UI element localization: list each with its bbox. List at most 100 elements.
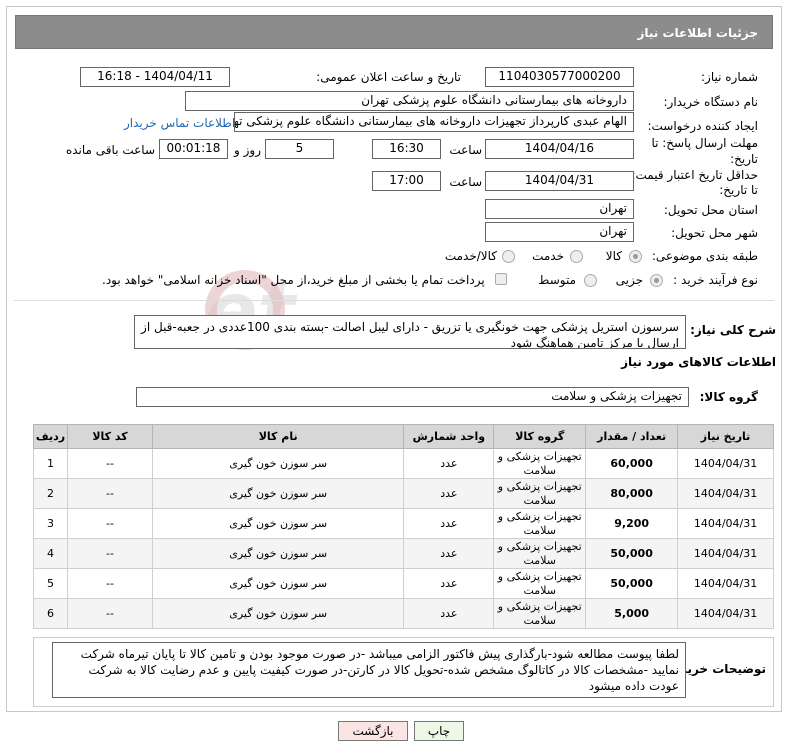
cell-row: 1 <box>32 448 69 479</box>
cell-code: -- <box>67 568 153 599</box>
category-radio-service[interactable] <box>570 250 583 263</box>
cell-name: سر سوزن خون گیری <box>151 508 405 539</box>
cell-date: 1404/04/31 <box>677 538 774 569</box>
cell-group: تجهیزات پزشکی و سلامت <box>493 508 587 539</box>
divider <box>14 300 774 301</box>
col-qty: تعداد / مقدار <box>585 424 679 449</box>
category-option-both: کالا/خدمت <box>444 249 497 263</box>
cell-date: 1404/04/31 <box>677 598 774 629</box>
goods-group-field: تجهیزات پزشکی و سلامت <box>136 387 689 407</box>
cell-date: 1404/04/31 <box>677 508 774 539</box>
table-row: 1404/04/31 80,000 تجهیزات پزشکی و سلامت … <box>32 478 774 509</box>
back-button[interactable]: بازگشت <box>338 721 408 741</box>
cell-code: -- <box>67 448 153 479</box>
buyer-contact-link[interactable]: اطلاعات تماس خریدار <box>124 116 235 130</box>
cell-date: 1404/04/31 <box>677 478 774 509</box>
cell-row: 6 <box>32 598 69 629</box>
process-radio-medium[interactable] <box>584 274 597 287</box>
validity-time-field: 17:00 <box>372 171 441 191</box>
days-label: روز و <box>234 143 261 157</box>
col-code: کد کالا <box>67 424 153 449</box>
cell-group: تجهیزات پزشکی و سلامت <box>493 448 587 479</box>
category-label: طبقه بندی موضوعی: <box>651 249 758 263</box>
col-date: تاریخ نیاز <box>677 424 774 449</box>
need-number-field: 1104030577000200 <box>485 67 634 87</box>
cell-qty: 50,000 <box>585 568 679 599</box>
panel-header: جزئیات اطلاعات نیاز <box>15 15 773 49</box>
need-number-label: شماره نیاز: <box>701 70 758 84</box>
cell-name: سر سوزن خون گیری <box>151 448 405 479</box>
buyer-org-field: داروخانه های بیمارستانی دانشگاه علوم پزش… <box>185 91 634 111</box>
process-label: نوع فرآیند خرید : <box>673 273 758 287</box>
announce-field: 1404/04/11 - 16:18 <box>80 67 230 87</box>
cell-unit: عدد <box>403 478 495 509</box>
payment-note: پرداخت تمام یا بخشی از مبلغ خرید،از محل … <box>102 273 485 287</box>
table-row: 1404/04/31 50,000 تجهیزات پزشکی و سلامت … <box>32 568 774 599</box>
table-row: 1404/04/31 5,000 تجهیزات پزشکی و سلامت ع… <box>32 598 774 629</box>
validity-label-2: تا تاریخ: <box>719 183 758 197</box>
creator-field: الهام عبدی کارپرداز تجهیزات داروخانه های… <box>234 112 634 132</box>
col-unit: واحد شمارش <box>403 424 495 449</box>
validity-date-field: 1404/04/31 <box>485 171 634 191</box>
category-radio-both[interactable] <box>502 250 515 263</box>
cell-qty: 50,000 <box>585 538 679 569</box>
cell-code: -- <box>67 508 153 539</box>
days-field: 5 <box>265 139 334 159</box>
cell-row: 2 <box>32 478 69 509</box>
validity-time-label: ساعت <box>449 175 482 189</box>
goods-section-title: اطلاعات کالاهای مورد نیاز <box>621 355 776 369</box>
announce-label: تاریخ و ساعت اعلان عمومی: <box>316 70 461 84</box>
cell-unit: عدد <box>403 508 495 539</box>
process-option-medium: متوسط <box>538 273 576 287</box>
cell-name: سر سوزن خون گیری <box>151 568 405 599</box>
city-field: تهران <box>485 222 634 242</box>
cell-qty: 80,000 <box>585 478 679 509</box>
cell-row: 4 <box>32 538 69 569</box>
goods-group-label: گروه کالا: <box>699 390 758 404</box>
cell-code: -- <box>67 538 153 569</box>
cell-name: سر سوزن خون گیری <box>151 538 405 569</box>
table-row: 1404/04/31 9,200 تجهیزات پزشکی و سلامت ع… <box>32 508 774 539</box>
cell-unit: عدد <box>403 448 495 479</box>
category-option-service: خدمت <box>532 249 564 263</box>
deadline-label-2: تاریخ: <box>730 152 758 166</box>
col-row: ردیف <box>32 424 69 449</box>
cell-group: تجهیزات پزشکی و سلامت <box>493 598 587 629</box>
cell-qty: 9,200 <box>585 508 679 539</box>
remaining-label: ساعت باقی مانده <box>65 143 155 157</box>
cell-code: -- <box>67 598 153 629</box>
deadline-time-field: 16:30 <box>372 139 441 159</box>
col-name: نام کالا <box>151 424 405 449</box>
province-label: استان محل تحویل: <box>663 203 758 217</box>
remaining-field: 00:01:18 <box>159 139 228 159</box>
deadline-label-1: مهلت ارسال پاسخ: تا <box>651 136 758 150</box>
deadline-time-label: ساعت <box>449 143 482 157</box>
province-field: تهران <box>485 199 634 219</box>
cell-code: -- <box>67 478 153 509</box>
general-desc-field: سرسوزن استریل پزشکی جهت خونگیری یا تزریق… <box>134 315 686 349</box>
cell-qty: 60,000 <box>585 448 679 479</box>
table-row: 1404/04/31 60,000 تجهیزات پزشکی و سلامت … <box>32 448 774 479</box>
deadline-date-field: 1404/04/16 <box>485 139 634 159</box>
cell-unit: عدد <box>403 598 495 629</box>
cell-name: سر سوزن خون گیری <box>151 598 405 629</box>
process-radio-minor[interactable] <box>650 274 663 287</box>
payment-checkbox[interactable] <box>495 273 507 285</box>
cell-group: تجهیزات پزشکی و سلامت <box>493 568 587 599</box>
validity-label-1: حداقل تاریخ اعتبار قیمت: <box>631 168 758 182</box>
print-button[interactable]: چاپ <box>414 721 464 741</box>
category-radio-goods[interactable] <box>629 250 642 263</box>
cell-row: 3 <box>32 508 69 539</box>
goods-table: تاریخ نیاز تعداد / مقدار گروه کالا واحد … <box>32 424 774 629</box>
col-group: گروه کالا <box>493 424 587 449</box>
process-option-minor: جزیی <box>615 273 643 287</box>
cell-row: 5 <box>32 568 69 599</box>
category-option-goods: کالا <box>605 249 622 263</box>
cell-name: سر سوزن خون گیری <box>151 478 405 509</box>
cell-group: تجهیزات پزشکی و سلامت <box>493 538 587 569</box>
city-label: شهر محل تحویل: <box>671 226 758 240</box>
cell-unit: عدد <box>403 538 495 569</box>
cell-unit: عدد <box>403 568 495 599</box>
cell-date: 1404/04/31 <box>677 568 774 599</box>
cell-group: تجهیزات پزشکی و سلامت <box>493 478 587 509</box>
